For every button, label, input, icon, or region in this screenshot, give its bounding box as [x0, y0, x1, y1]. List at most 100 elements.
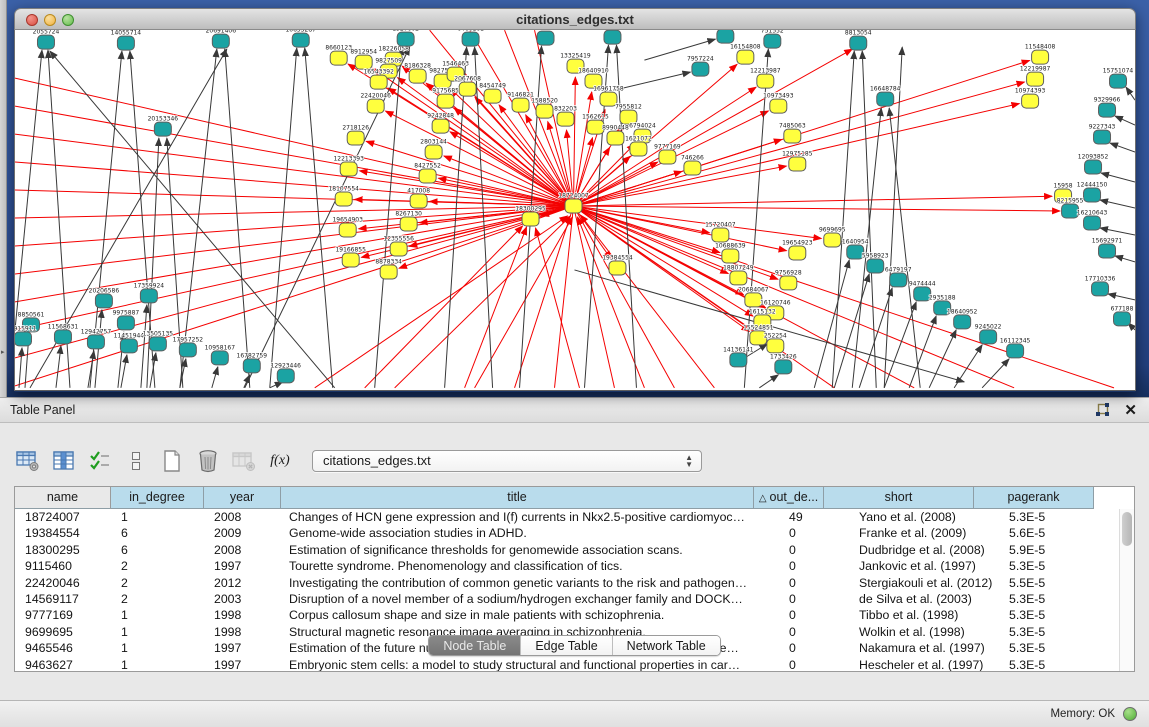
new-column-icon[interactable] — [160, 449, 184, 473]
tab-edge-table[interactable]: Edge Table — [520, 636, 611, 655]
column-header-pagerank[interactable]: pagerank — [974, 487, 1094, 509]
table-cell-in_degree[interactable]: 6 — [111, 542, 204, 558]
graph-edge[interactable] — [577, 217, 644, 388]
table-cell-year[interactable]: 2012 — [204, 575, 281, 591]
table-cell-out_degree[interactable]: 0 — [779, 575, 849, 591]
graph-node[interactable]: 8186328 — [404, 63, 431, 83]
graph-node[interactable]: 22420046 — [360, 93, 391, 113]
graph-node[interactable]: 16782759 — [237, 352, 268, 372]
table-cell-name[interactable]: 9699695 — [15, 624, 111, 640]
graph-node[interactable]: 18107554 — [328, 186, 359, 206]
graph-edge[interactable] — [366, 141, 573, 206]
table-mode-icon[interactable] — [16, 449, 40, 473]
column-header-short[interactable]: short — [824, 487, 974, 509]
graph-edge[interactable] — [141, 305, 147, 388]
table-cell-short[interactable]: Jankovic et al. (1997) — [849, 558, 999, 574]
table-scrollbar[interactable] — [1119, 509, 1134, 671]
graph-node[interactable]: 17710336 — [1085, 275, 1116, 295]
graph-node[interactable]: 677188 — [1111, 305, 1134, 325]
graph-node[interactable]: 1733426 — [770, 353, 797, 373]
table-cell-name[interactable]: 9115460 — [15, 558, 111, 574]
graph-edge[interactable] — [15, 206, 574, 330]
graph-edge[interactable] — [982, 359, 1009, 388]
graph-edge[interactable] — [1115, 116, 1135, 125]
graph-edge[interactable] — [1110, 143, 1135, 152]
graph-node[interactable]: 832203 — [554, 106, 577, 126]
graph-node[interactable]: 9671385 — [599, 30, 626, 44]
network-canvas[interactable]: 1872400786601238912954182260589827509818… — [14, 30, 1136, 391]
table-cell-year[interactable]: 1997 — [204, 558, 281, 574]
table-cell-short[interactable]: Wolkin et al. (1998) — [849, 624, 999, 640]
graph-node[interactable]: 20153346 — [148, 116, 179, 136]
graph-edge[interactable] — [515, 206, 574, 388]
table-cell-name[interactable]: 9777169 — [15, 607, 111, 623]
graph-node[interactable]: 11568631 — [48, 323, 79, 343]
table-cell-name[interactable]: 9463627 — [15, 657, 111, 672]
graph-edge[interactable] — [574, 77, 576, 206]
table-cell-title[interactable]: Genome-wide association studies in ADHD. — [281, 525, 779, 541]
graph-node[interactable]: 8660123 — [325, 45, 352, 65]
graph-node[interactable]: 18807249 — [723, 264, 754, 284]
graph-edge[interactable] — [121, 355, 127, 388]
graph-edge[interactable] — [395, 216, 571, 388]
table-cell-name[interactable]: 22420046 — [15, 575, 111, 591]
table-cell-pagerank[interactable]: 5.9E-5 — [999, 542, 1119, 558]
table-cell-pagerank[interactable]: 5.3E-5 — [999, 558, 1119, 574]
table-select[interactable]: citations_edges.txt ▲▼ — [312, 450, 702, 472]
graph-node[interactable]: 20691406 — [206, 30, 237, 48]
table-cell-pagerank[interactable]: 5.3E-5 — [999, 624, 1119, 640]
minimize-button[interactable] — [44, 14, 56, 26]
split-pane-divider[interactable]: ▸ — [0, 0, 7, 397]
table-cell-out_degree[interactable]: 0 — [779, 640, 849, 656]
graph-node[interactable]: 14055714 — [111, 30, 142, 50]
graph-node[interactable]: 12213987 — [750, 68, 781, 88]
table-row[interactable]: 977716911998Corpus callosum shape and si… — [15, 607, 1119, 623]
graph-edge[interactable] — [212, 367, 218, 388]
table-cell-short[interactable]: Franke et al. (2009) — [849, 525, 999, 541]
table-cell-name[interactable]: 14569117 — [15, 591, 111, 607]
table-row[interactable]: 1938455462009Genome-wide association stu… — [15, 525, 1119, 541]
graph-edge[interactable] — [614, 72, 690, 90]
table-row[interactable]: 2242004622012Investigating the contribut… — [15, 575, 1119, 591]
table-cell-pagerank[interactable]: 5.3E-5 — [999, 640, 1119, 656]
graph-node[interactable]: 9146821 — [507, 92, 534, 112]
table-cell-in_degree[interactable]: 1 — [111, 657, 204, 672]
graph-edge[interactable] — [580, 215, 714, 388]
graph-edge[interactable] — [15, 162, 574, 206]
graph-node[interactable]: 8912954 — [350, 49, 377, 69]
graph-node[interactable]: 9777169 — [654, 144, 681, 164]
table-cell-pagerank[interactable]: 5.3E-5 — [999, 591, 1119, 607]
graph-node[interactable]: 6466161 — [457, 30, 484, 46]
graph-edge[interactable] — [832, 51, 854, 388]
graph-edge[interactable] — [1100, 200, 1135, 208]
graph-node[interactable]: 9975887 — [113, 309, 140, 329]
table-cell-title[interactable]: Corpus callosum shape and size in male p… — [281, 607, 779, 623]
graph-node[interactable]: 20206586 — [89, 287, 120, 307]
graph-node[interactable]: 9329966 — [1094, 97, 1121, 117]
network-window[interactable]: citations_edges.txt 18724007866012389129… — [14, 8, 1136, 392]
table-cell-out_degree[interactable]: 0 — [779, 591, 849, 607]
graph-edge[interactable] — [19, 348, 22, 388]
column-header-out_degree[interactable]: △out_de... — [754, 487, 824, 509]
table-cell-year[interactable]: 2008 — [204, 542, 281, 558]
tab-node-table[interactable]: Node Table — [429, 636, 520, 655]
graph-node[interactable]: 8267130 — [395, 210, 422, 230]
graph-edge[interactable] — [305, 48, 333, 388]
graph-edge[interactable] — [834, 274, 869, 388]
graph-node[interactable]: 11548408 — [1025, 44, 1056, 64]
table-cell-in_degree[interactable]: 2 — [111, 575, 204, 591]
table-cell-name[interactable]: 18724007 — [15, 509, 111, 525]
table-cell-title[interactable]: Estimation of significance thresholds fo… — [281, 542, 779, 558]
delete-column-icon[interactable] — [196, 449, 220, 473]
table-cell-year[interactable]: 1998 — [204, 607, 281, 623]
table-cell-out_degree[interactable]: 0 — [779, 558, 849, 574]
graph-node[interactable]: 19384554 — [602, 254, 633, 274]
table-cell-year[interactable]: 2009 — [204, 525, 281, 541]
graph-node[interactable]: 11451944 — [114, 332, 145, 352]
graph-node[interactable]: 10973493 — [763, 93, 794, 113]
graph-node[interactable]: 10958167 — [205, 344, 236, 364]
graph-node[interactable]: 15692971 — [1092, 237, 1123, 257]
table-cell-short[interactable]: Stergiakouli et al. (2012) — [849, 575, 999, 591]
table-cell-in_degree[interactable]: 1 — [111, 607, 204, 623]
scrollbar-thumb[interactable] — [1122, 512, 1132, 546]
